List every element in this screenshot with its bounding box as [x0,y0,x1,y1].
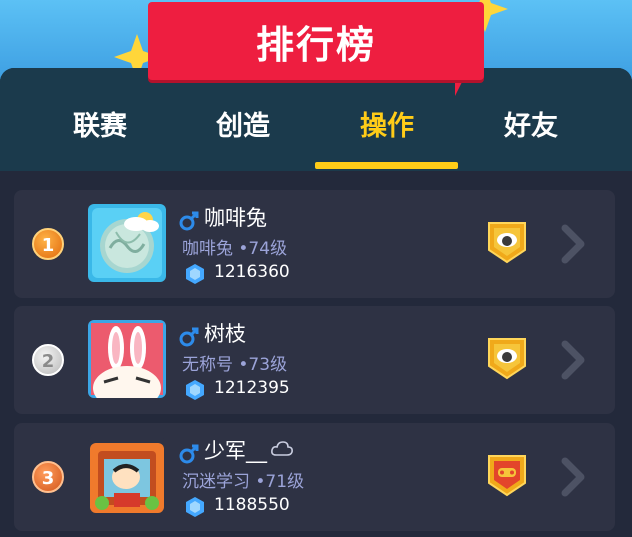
player-title-level: 无称号 •73级 [182,355,288,375]
diamond-icon [186,264,204,284]
avatar[interactable] [88,204,166,282]
leaderboard-row[interactable]: 1 咖啡兔 咖啡兔 •74级 1216360 [14,190,615,298]
rank-medal: 1 [32,228,64,260]
leaderboard-row[interactable]: 3 少军__ 沉迷学习 •71级 1188550 [14,423,615,531]
chevron-right-icon[interactable] [559,340,587,380]
diamond-icon [186,380,204,400]
rank-medal: 2 [32,344,64,376]
avatar[interactable] [88,437,166,515]
tab-league[interactable]: 联赛 [25,104,175,143]
male-icon [179,444,199,464]
leaderboard-row[interactable]: 2 树枝 无称号 •73级 1212395 [14,306,615,414]
player-name: 树枝 [204,322,246,346]
male-icon [179,327,199,347]
tab-friends[interactable]: 好友 [456,104,606,143]
player-score: 1216360 [214,262,290,282]
rank-medal: 3 [32,461,64,493]
diamond-icon [186,497,204,517]
player-score: 1212395 [214,378,290,398]
tab-create[interactable]: 创造 [168,104,318,143]
avatar[interactable] [88,320,166,398]
cloud-icon [271,441,293,456]
player-title-level: 沉迷学习 •71级 [182,472,305,492]
page-title: 排行榜 [255,23,376,67]
tab-operation[interactable]: 操作 [312,104,462,143]
male-icon [179,211,199,231]
player-score: 1188550 [214,495,290,515]
sheep-badge-icon [488,338,526,380]
player-title-level: 咖啡兔 •74级 [182,239,288,259]
gamepad-badge-icon [488,455,526,497]
player-name: 咖啡兔 [204,206,267,230]
chevron-right-icon[interactable] [559,224,587,264]
player-name: 少军__ [204,439,267,463]
chevron-right-icon[interactable] [559,457,587,497]
sheep-badge-icon [488,222,526,264]
active-tab-indicator [315,162,458,169]
